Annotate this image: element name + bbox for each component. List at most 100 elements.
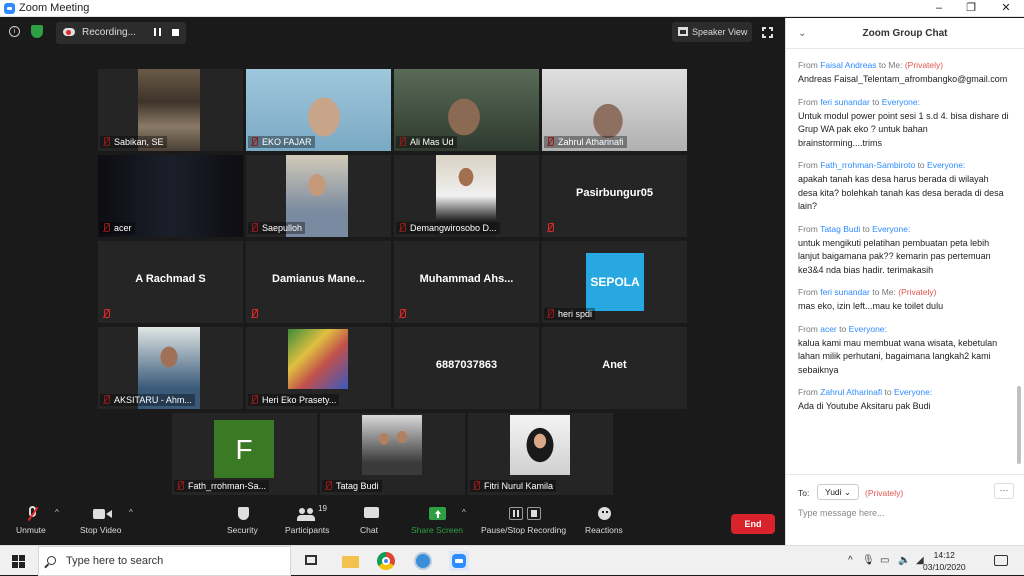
speaker-view-button[interactable]: Speaker View <box>672 22 752 42</box>
cloud-record-icon <box>63 28 75 36</box>
participants-count: 19 <box>318 504 327 513</box>
show-hidden-icons[interactable]: ^ <box>848 555 853 566</box>
chat-scrollbar[interactable] <box>1017 386 1021 464</box>
participant-name-large: Pasirbungur05 <box>575 187 654 199</box>
message-sender[interactable]: Zahrul Atharinafi <box>820 387 882 397</box>
participant-tile[interactable]: 6887037863 <box>394 327 539 409</box>
chat-panel: ⌄ Zoom Group Chat From Faisal Andreas to… <box>785 18 1024 545</box>
chat-header: ⌄ Zoom Group Chat <box>786 18 1024 49</box>
recipient-select[interactable]: Yudi ⌄ <box>817 484 859 500</box>
message-sender[interactable]: feri sunandar <box>820 97 870 107</box>
taskbar-clock[interactable]: 14:12 03/10/2020 <box>923 549 966 573</box>
chevron-down-icon[interactable]: ⌄ <box>798 18 806 49</box>
participant-tile[interactable]: Sabikan, SE <box>98 69 243 151</box>
participant-tile[interactable]: F Fath_rrohman-Sa... <box>172 413 317 495</box>
chat-title: Zoom Group Chat <box>862 28 948 39</box>
meeting-toolbar: Unmute ^ Stop Video ^ Security 19 Partic… <box>0 498 785 545</box>
minimize-button[interactable]: – <box>922 0 956 17</box>
taskbar-search[interactable]: Type here to search <box>38 546 291 576</box>
message-text: Untuk modul power point sesi 1 s.d 4. bi… <box>798 110 1009 148</box>
network-icon[interactable]: ▭ <box>880 555 889 566</box>
maximize-button[interactable]: ❐ <box>954 0 988 17</box>
window-title: Zoom Meeting <box>19 2 90 14</box>
chat-input[interactable]: Type message here... <box>798 508 885 518</box>
message-sender[interactable]: Fath_rrohman-Sambiroto <box>820 160 915 170</box>
chat-message: From Faisal Andreas to Me: (Privately) A… <box>798 60 1010 87</box>
security-button[interactable]: Security <box>227 506 258 535</box>
participant-name: Sabikan, SE <box>100 136 167 148</box>
pause-stop-recording-button[interactable]: Pause/Stop Recording <box>481 506 566 535</box>
participant-name: Ali Mas Ud <box>396 136 457 148</box>
participant-name: Fitri Nurul Kamila <box>470 480 557 492</box>
participant-tile[interactable]: acer <box>98 155 243 237</box>
more-options-button[interactable]: ··· <box>994 483 1014 499</box>
participant-name: Saepulloh <box>248 222 306 234</box>
participant-name: heri spdi <box>544 308 596 320</box>
file-explorer-icon[interactable] <box>340 551 360 571</box>
share-screen-button[interactable]: Share Screen <box>411 506 463 535</box>
windows-start-icon[interactable] <box>12 555 25 568</box>
participant-tile-active-speaker[interactable]: Zahrul Atharinafi <box>542 69 687 151</box>
message-text: kalua kami mau membuat wana wisata, kebe… <box>798 337 998 375</box>
participants-icon: 19 <box>285 504 329 522</box>
participant-name: acer <box>100 222 135 234</box>
clock-time: 14:12 <box>933 550 955 560</box>
reactions-button[interactable]: Reactions <box>585 506 623 535</box>
participant-name: Zahrul Atharinafi <box>544 136 627 148</box>
message-sender[interactable]: Tatag Budi <box>820 224 860 234</box>
volume-icon[interactable]: 🔈 <box>898 555 910 566</box>
participant-tile[interactable]: Demangwirosobo D... <box>394 155 539 237</box>
share-options-caret[interactable]: ^ <box>462 508 466 517</box>
fullscreen-icon[interactable] <box>762 27 773 38</box>
notifications-icon[interactable] <box>994 555 1008 566</box>
video-options-caret[interactable]: ^ <box>129 508 133 517</box>
message-sender[interactable]: acer <box>820 324 837 334</box>
muted-mic-icon <box>102 309 110 319</box>
chat-bubble-icon <box>360 506 379 522</box>
message-sender[interactable]: Faisal Andreas <box>820 60 876 70</box>
pause-recording-icon[interactable] <box>154 28 161 36</box>
participant-tile[interactable]: SEPOLA heri spdi <box>542 241 687 323</box>
participant-name: AKSITARU - Ahm... <box>100 394 195 406</box>
participant-tile[interactable]: Heri Eko Prasety... <box>246 327 391 409</box>
task-view-icon[interactable] <box>301 551 321 571</box>
participant-tile[interactable]: Saepulloh <box>246 155 391 237</box>
unmute-button[interactable]: Unmute <box>16 506 46 535</box>
smiley-icon <box>585 506 623 522</box>
chat-button[interactable]: Chat <box>360 506 379 535</box>
close-button[interactable]: ✕ <box>989 0 1023 17</box>
participant-tile[interactable]: A Rachmad S <box>98 241 243 323</box>
participant-tile[interactable]: Fitri Nurul Kamila <box>468 413 613 495</box>
participant-name-large: Damianus Mane... <box>272 273 365 285</box>
windows-taskbar: Type here to search ^ 🎙 ▭ 🔈 ◢ 14:12 03/1… <box>0 545 1024 576</box>
message-text: Andreas Faisal_Telentam_afrombangko@gmai… <box>798 74 1008 84</box>
participant-tile[interactable]: Tatag Budi <box>320 413 465 495</box>
app-icon[interactable] <box>413 551 433 571</box>
participant-tile[interactable]: Damianus Mane... <box>246 241 391 323</box>
audio-options-caret[interactable]: ^ <box>55 508 59 517</box>
shield-icon[interactable] <box>31 25 43 38</box>
participant-tile[interactable]: Muhammad Ahs... <box>394 241 539 323</box>
chat-messages: From Faisal Andreas to Me: (Privately) A… <box>798 60 1010 424</box>
info-icon[interactable]: i <box>9 26 20 37</box>
muted-mic-icon <box>250 309 258 319</box>
stop-video-button[interactable]: Stop Video <box>80 506 121 535</box>
participant-video <box>362 415 422 475</box>
participant-logo: SEPOLA <box>586 253 644 311</box>
microphone-icon[interactable]: 🎙 <box>862 555 875 566</box>
participant-tile[interactable]: Pasirbungur05 <box>542 155 687 237</box>
chrome-icon[interactable] <box>376 551 396 571</box>
zoom-taskbar-icon[interactable] <box>449 551 469 571</box>
chat-message: From feri sunandar to Everyone: Untuk mo… <box>798 97 1010 151</box>
participant-tile[interactable]: EKO FAJAR <box>246 69 391 151</box>
message-text: Ada di Youtube Aksitaru pak Budi <box>798 401 931 411</box>
muted-mic-icon <box>546 223 554 233</box>
end-meeting-button[interactable]: End <box>731 514 775 534</box>
participant-tile[interactable]: AKSITARU - Ahm... <box>98 327 243 409</box>
participant-tile[interactable]: Anet <box>542 327 687 409</box>
message-sender[interactable]: feri sunandar <box>820 287 870 297</box>
stop-recording-icon[interactable] <box>172 29 179 36</box>
participant-tile[interactable]: Ali Mas Ud <box>394 69 539 151</box>
participants-button[interactable]: 19 Participants <box>285 504 329 535</box>
to-label: To: <box>798 488 810 498</box>
